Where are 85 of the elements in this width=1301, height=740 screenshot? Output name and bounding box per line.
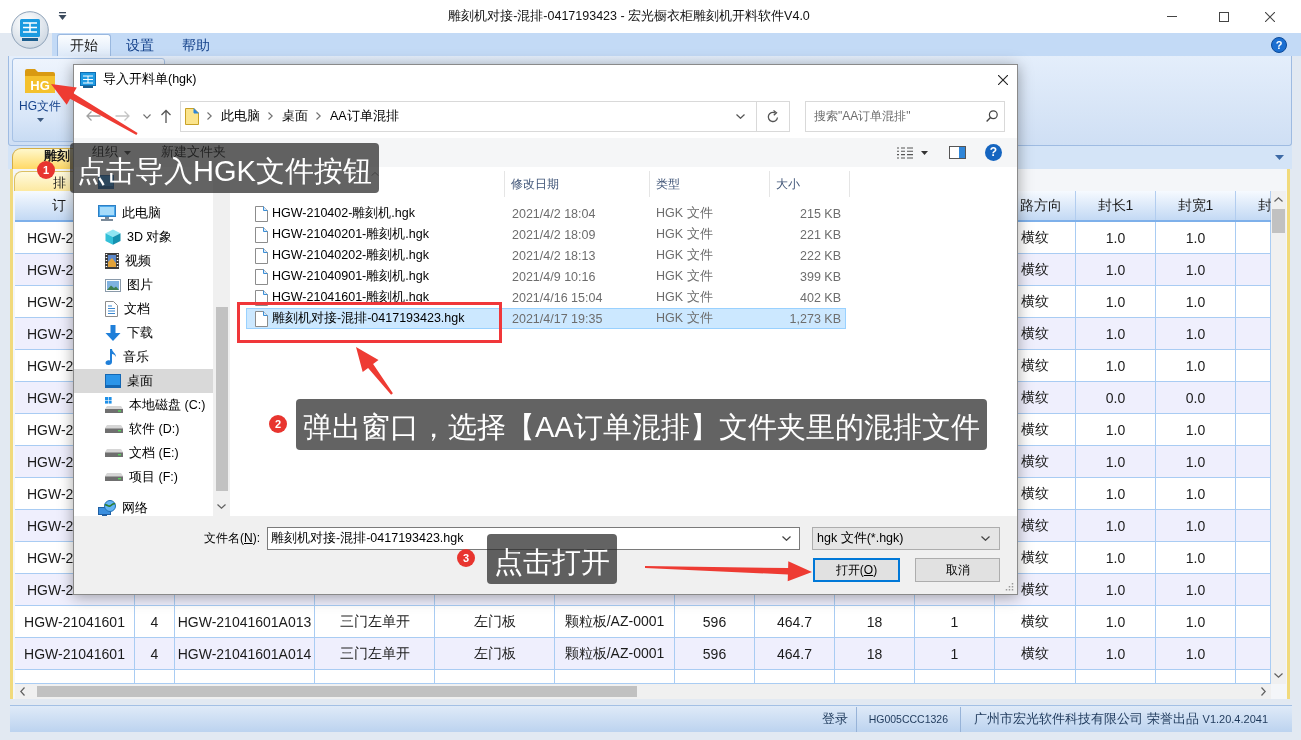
table-cell: HGW-21041601A013 [175, 606, 315, 637]
table-cell: 左门板 [435, 638, 555, 669]
table-cell: 横纹 [995, 606, 1076, 637]
table-cell: 464.7 [755, 606, 835, 637]
table-cell: 1.0 [1156, 510, 1236, 541]
file-date: 2021/4/2 18:09 [511, 227, 597, 242]
file-size: 1,273 KB [788, 311, 842, 326]
table-cell: 1.0 [1156, 574, 1236, 605]
file-date: 2021/4/17 19:35 [511, 311, 604, 326]
table-cell: 18 [835, 638, 915, 669]
table-cell: 596 [675, 638, 755, 669]
file-name: HGW-21040201-雕刻机.hgk [272, 226, 429, 243]
file-size: 399 KB [799, 269, 842, 284]
table-cell: 左门板 [435, 606, 555, 637]
table-cell: 1.0 [1156, 414, 1236, 445]
table-cell: 1.0 [1076, 254, 1156, 285]
file-name: 雕刻机对接-混排-0417193423.hgk [272, 310, 465, 327]
table-cell: 1.0 [1156, 446, 1236, 477]
table-cell: 4 [135, 638, 175, 669]
folder-icon: HG [24, 68, 56, 94]
file-name: HGW-21040202-雕刻机.hgk [272, 247, 429, 264]
file-date: 2021/4/2 18:13 [511, 248, 597, 263]
table-cell: 1.0 [1076, 638, 1156, 669]
table-cell: 1.0 [1156, 638, 1236, 669]
file-name: HGW-21040901-雕刻机.hgk [272, 268, 429, 285]
table-cell: 596 [675, 606, 755, 637]
table-cell: HGW-21041601A014 [175, 638, 315, 669]
table-cell: 横纹 [995, 638, 1076, 669]
table-cell: 1.0 [1156, 350, 1236, 381]
window-title: 雕刻机对接-混排-0417193423 - 宏光橱衣柜雕刻机开料软件V4.0 [447, 8, 811, 25]
table-cell: 1.0 [1076, 414, 1156, 445]
table-cell: 1.0 [1076, 542, 1156, 573]
file-size: 215 KB [799, 206, 842, 221]
table-cell: 0.0 [1156, 382, 1236, 413]
table-cell: 1.0 [1156, 542, 1236, 573]
table-cell: 三门左单开 [315, 606, 435, 637]
file-date: 2021/4/9 10:16 [511, 269, 597, 284]
table-cell: 1.0 [1076, 446, 1156, 477]
table-cell: 1 [915, 638, 995, 669]
file-size: 221 KB [799, 227, 842, 242]
table-cell: 1.0 [1076, 350, 1156, 381]
table-cell: 1.0 [1076, 286, 1156, 317]
table-cell: 1.0 [1156, 254, 1236, 285]
file-type: HGK 文件 [655, 226, 714, 243]
table-cell: 18 [835, 606, 915, 637]
table-cell: HGW-21041601 [15, 638, 135, 669]
table-cell: 1.0 [1076, 222, 1156, 253]
file-date: 2021/4/2 18:04 [511, 206, 597, 221]
table-cell: 1.0 [1156, 478, 1236, 509]
file-type: HGK 文件 [655, 268, 714, 285]
table-cell: 1.0 [1156, 222, 1236, 253]
table-cell: 1.0 [1076, 478, 1156, 509]
status-text: 广州市宏光软件科技有限公司 荣誉出品 [960, 706, 1199, 732]
table-cell: 1.0 [1076, 574, 1156, 605]
table-cell: 三门左单开 [315, 638, 435, 669]
file-name: HGW-210402-雕刻机.hgk [272, 205, 415, 222]
file-type: HGK 文件 [655, 247, 714, 264]
file-size: 402 KB [799, 290, 842, 305]
column-header: 封宽1 [1156, 191, 1236, 220]
table-cell: 1.0 [1156, 318, 1236, 349]
table-cell: 颗粒板/AZ-0001 [555, 606, 675, 637]
tooltip-text: 弹出窗口，选择【AA订单混排】文件夹里的混排文件 [303, 412, 980, 442]
table-cell: HGW-21041601 [15, 606, 135, 637]
status-text: V1.20.4.2041 [1201, 711, 1268, 727]
table-cell: 1.0 [1076, 606, 1156, 637]
table-cell: 4 [135, 606, 175, 637]
status-text: 登录 [820, 710, 849, 728]
table-cell: 1.0 [1156, 286, 1236, 317]
file-type: HGK 文件 [655, 205, 714, 222]
file-size: 222 KB [799, 248, 842, 263]
table-cell: 464.7 [755, 638, 835, 669]
tooltip-text: 点击打开 [494, 546, 610, 577]
table-cell: 颗粒板/AZ-0001 [555, 638, 675, 669]
dialog-title: 导入开料单(hgk) [103, 71, 197, 88]
column-header: 封长1 [1076, 191, 1156, 220]
status-text: HG005CCC1326 [855, 706, 961, 732]
file-type: HGK 文件 [655, 289, 714, 306]
table-cell: 1 [915, 606, 995, 637]
table-cell: 0.0 [1076, 382, 1156, 413]
table-cell: 1.0 [1076, 510, 1156, 541]
table-cell: 1.0 [1076, 318, 1156, 349]
file-date: 2021/4/16 15:04 [511, 290, 604, 305]
file-type: HGK 文件 [655, 310, 714, 327]
table-cell: 1.0 [1156, 606, 1236, 637]
file-name-label: 文件名(N): [204, 530, 261, 547]
